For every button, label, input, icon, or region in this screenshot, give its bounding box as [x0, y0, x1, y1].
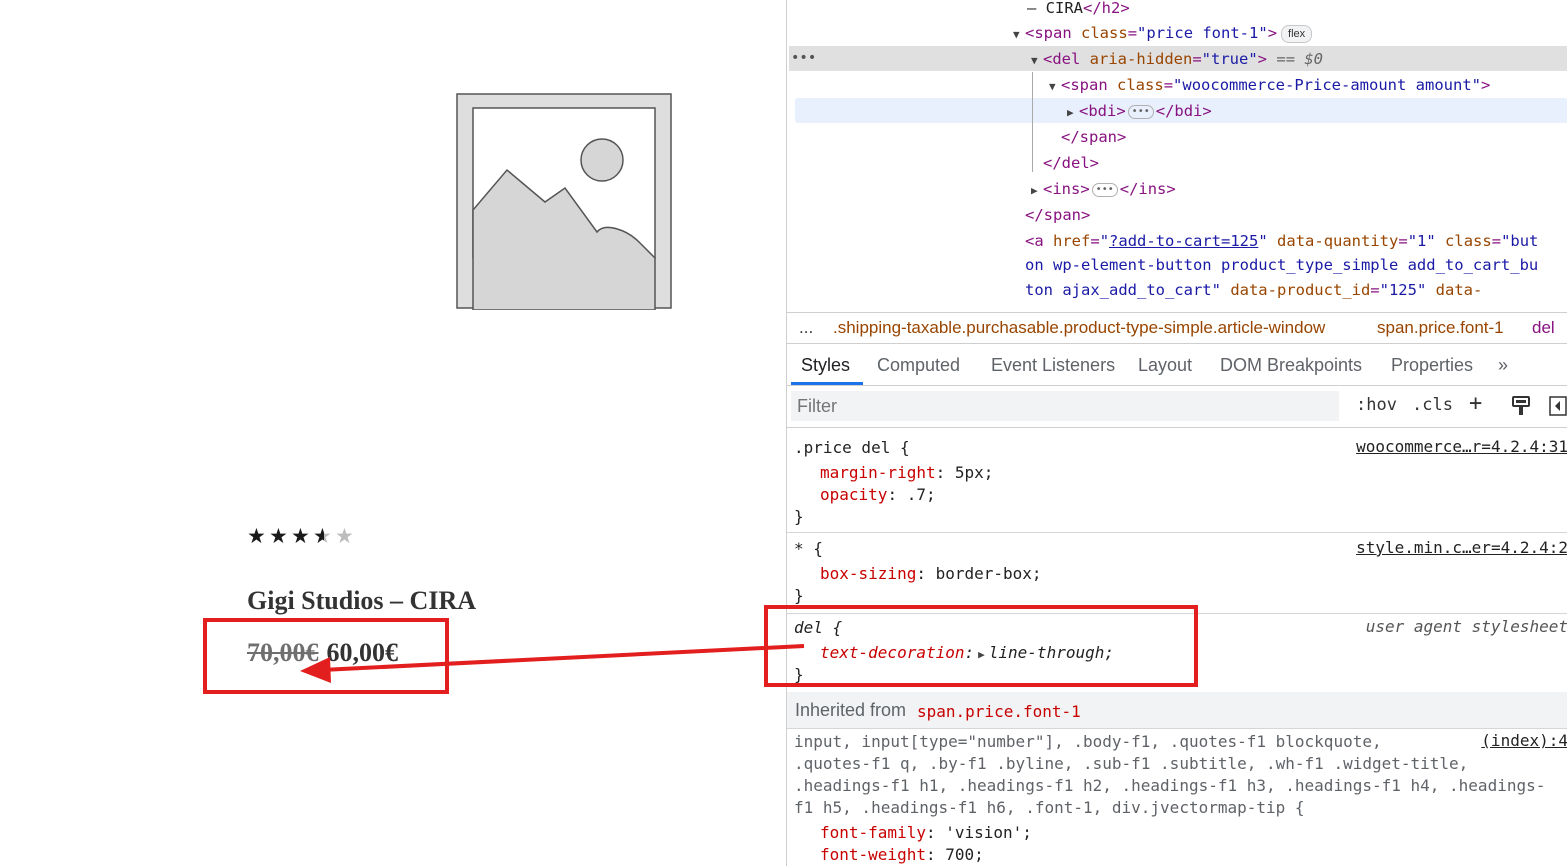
dom-line[interactable]: – CIRA</h2> [1027, 0, 1130, 20]
new-style-rule-icon[interactable]: + [1469, 391, 1482, 416]
star-half-icon: ★ [313, 526, 335, 547]
hov-toggle[interactable]: :hov [1356, 395, 1397, 415]
style-rule[interactable]: .price del { woocommerce…r=4.2.4:31 marg… [787, 428, 1567, 533]
expand-triangle-icon[interactable]: ▼ [1049, 75, 1061, 99]
collapse-triangle-icon[interactable]: ▶ [1031, 179, 1043, 203]
css-declaration[interactable]: opacity: .7; [820, 484, 936, 506]
product-title[interactable]: Gigi Studios – CIRA [247, 586, 476, 616]
paint-brush-icon[interactable] [1511, 395, 1531, 417]
dom-line-del-selected[interactable]: ▼ <del aria-hidden="true"> == $0 [1031, 47, 1323, 71]
rule-selector-line[interactable]: .quotes-f1 q, .by-f1 .byline, .sub-f1 .s… [794, 753, 1468, 775]
annotation-box-price [203, 618, 449, 694]
rule-source-link[interactable]: woocommerce…r=4.2.4:31 [1356, 437, 1567, 456]
style-rule[interactable]: * { style.min.c…er=4.2.4:2 box-sizing: b… [787, 533, 1567, 614]
webpage-viewport: ★ ★ ★ ★ ★ Gigi Studios – CIRA 70,00€ 60,0… [0, 0, 786, 866]
breadcrumb-item[interactable]: .shipping-taxable.purchasable.product-ty… [833, 318, 1325, 338]
rule-selector[interactable]: .price del { [794, 437, 910, 459]
css-declaration[interactable]: margin-right: 5px; [820, 462, 993, 484]
ellipsis-icon[interactable]: ••• [1091, 182, 1118, 197]
ellipsis-icon[interactable]: ••• [1127, 104, 1154, 119]
more-actions-icon[interactable]: ••• [791, 46, 816, 70]
rule-selector[interactable]: * { [794, 538, 823, 560]
dom-line[interactable]: </span> [1061, 125, 1126, 149]
star-icon: ★ [247, 524, 266, 548]
toggle-sidebar-icon[interactable] [1549, 396, 1567, 416]
rule-source-link[interactable]: (index):4 [1481, 731, 1567, 750]
breadcrumb: ... .shipping-taxable.purchasable.produc… [787, 312, 1567, 344]
tab-event-listeners[interactable]: Event Listeners [991, 355, 1115, 376]
dom-line[interactable]: </del> [1043, 151, 1099, 175]
expand-triangle-icon[interactable]: ▼ [1013, 23, 1025, 47]
selected-marker: == $0 [1276, 50, 1324, 68]
css-declaration[interactable]: box-sizing: border-box; [820, 563, 1042, 585]
dom-line[interactable]: </span> [1025, 203, 1090, 227]
more-tabs-icon[interactable]: » [1498, 355, 1508, 376]
dom-line[interactable]: ▼ <span class="woocommerce-Price-amount a… [1049, 73, 1490, 97]
active-tab-indicator [791, 382, 863, 385]
tab-computed[interactable]: Computed [877, 355, 960, 376]
collapse-triangle-icon[interactable]: ▶ [1067, 101, 1079, 125]
dom-line[interactable]: ton ajax_add_to_cart" data-product_id="1… [1025, 278, 1482, 302]
indent-guide [1032, 72, 1033, 172]
elements-dom-tree: ••• – CIRA</h2> ▼ <span class="price font… [787, 0, 1567, 312]
inherited-from-link[interactable]: span.price.font-1 [917, 702, 1081, 721]
dom-line[interactable]: ▶ <bdi> ••• </bdi> [1067, 99, 1212, 123]
rating-stars: ★ ★ ★ ★ ★ [247, 526, 357, 547]
breadcrumb-item[interactable]: span.price.font-1 [1377, 318, 1504, 338]
inherited-header: Inherited from span.price.font-1 [787, 692, 1567, 729]
style-rule[interactable]: input, input[type="number"], .body-f1, .… [787, 728, 1567, 866]
breadcrumb-item-del[interactable]: del [1532, 318, 1555, 338]
cls-toggle[interactable]: .cls [1412, 395, 1453, 415]
css-declaration[interactable]: font-weight: 700; [820, 844, 984, 866]
rule-source-link[interactable]: style.min.c…er=4.2.4:2 [1356, 538, 1567, 557]
rule-selector-line[interactable]: f1 h5, .headings-f1 h6, .font-1, div.jve… [794, 797, 1305, 819]
dom-line[interactable]: ▼ <span class="price font-1"> flex [1013, 21, 1313, 47]
star-icon: ★ [291, 524, 310, 548]
star-icon: ★ [269, 524, 288, 548]
dom-line[interactable]: ▶ <ins> ••• </ins> [1031, 177, 1176, 201]
breadcrumb-more[interactable]: ... [799, 318, 813, 338]
star-empty-icon: ★ [335, 524, 354, 548]
rule-selector-line[interactable]: .headings-f1 h1, .headings-f1 h2, .headi… [794, 775, 1545, 797]
inherited-label: Inherited from [795, 700, 907, 720]
rule-source: user agent stylesheet [1365, 617, 1567, 636]
css-declaration[interactable]: font-family: 'vision'; [820, 822, 1032, 844]
tab-dom-breakpoints[interactable]: DOM Breakpoints [1220, 355, 1362, 376]
dom-line[interactable]: <a href="?add-to-cart=125" data-quantity… [1025, 229, 1538, 253]
dom-line[interactable]: on wp-element-button product_type_simple… [1025, 253, 1538, 277]
expand-triangle-icon[interactable]: ▼ [1031, 49, 1043, 73]
tab-layout[interactable]: Layout [1138, 355, 1192, 376]
styles-filter-bar: :hov .cls + [787, 386, 1567, 428]
tab-properties[interactable]: Properties [1391, 355, 1473, 376]
styles-tabbar: Styles Computed Event Listeners Layout D… [787, 344, 1567, 386]
flex-badge[interactable]: flex [1281, 24, 1313, 43]
tab-styles[interactable]: Styles [801, 355, 850, 376]
add-to-cart-link[interactable]: ?add-to-cart=125 [1109, 232, 1258, 250]
rule-selector-line[interactable]: input, input[type="number"], .body-f1, .… [794, 731, 1382, 753]
filter-input[interactable] [791, 391, 1339, 421]
image-placeholder-icon [456, 93, 672, 310]
rule-close-brace: } [794, 507, 804, 526]
rule-close-brace: } [794, 586, 804, 605]
annotation-box-css-rule [764, 605, 1198, 687]
devtools-panel: ••• – CIRA</h2> ▼ <span class="price font… [786, 0, 1567, 866]
